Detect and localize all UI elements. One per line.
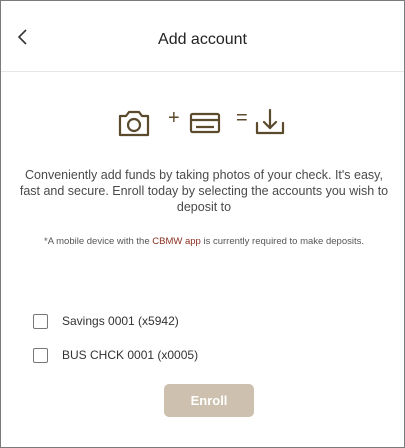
header: Add account [1,1,404,72]
account-checkbox[interactable] [33,313,48,329]
illustration-svg [118,108,285,137]
camera-icon [118,110,150,137]
download-icon [255,108,285,135]
account-checkbox[interactable] [33,347,48,363]
account-option-savings[interactable]: Savings 0001 (x5942) [33,312,179,330]
mobile-note: *A mobile device with the CBMW app is cu… [19,235,389,248]
add-account-panel: Add account + = Conveniently add funds b… [0,0,405,448]
enroll-button[interactable]: Enroll [164,384,254,417]
check-card-icon [189,112,221,134]
plus-symbol: + [168,107,180,129]
equals-symbol: = [236,107,248,129]
note-prefix: *A mobile device with the [44,236,153,247]
account-option-bus-chck[interactable]: BUS CHCK 0001 (x0005) [33,346,198,364]
note-suffix: is currently required to make deposits. [200,236,364,247]
account-label: BUS CHCK 0001 (x0005) [62,348,199,362]
account-label: Savings 0001 (x5942) [62,314,179,328]
deposit-illustration: + = [1,103,404,143]
cbmw-app-link[interactable]: CBMW app [152,236,201,247]
page-title: Add account [158,31,247,48]
description-text: Conveniently add funds by taking photos … [19,168,389,214]
